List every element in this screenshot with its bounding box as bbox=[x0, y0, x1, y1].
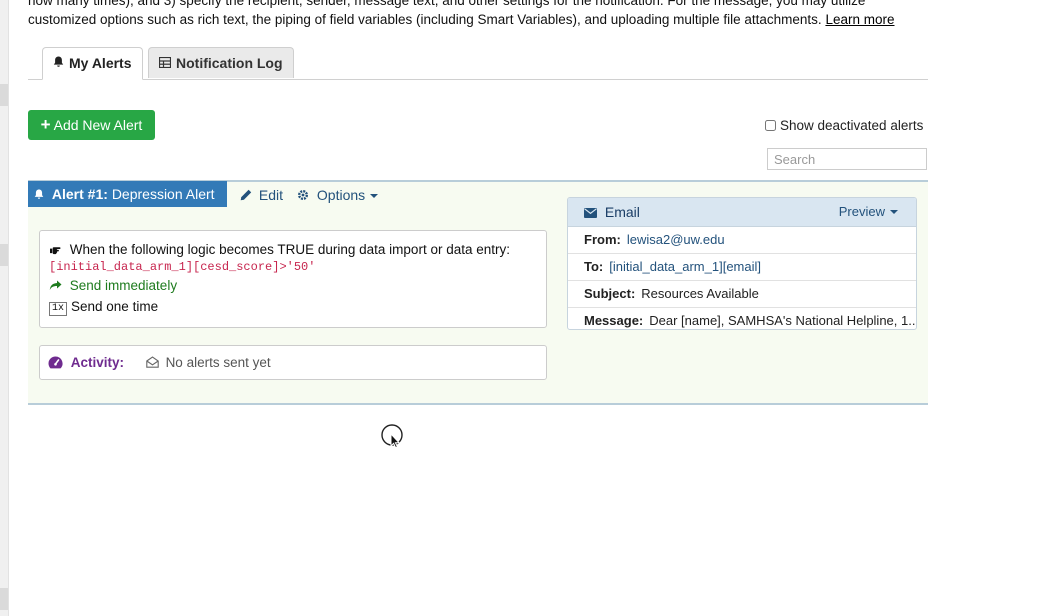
send-timing: Send immediately bbox=[69, 278, 178, 293]
subject-value: Resources Available bbox=[641, 286, 759, 301]
options-label: Options bbox=[316, 187, 366, 203]
to-label: To: bbox=[584, 259, 604, 274]
send-times: Send one time bbox=[71, 299, 159, 314]
learn-more-link[interactable]: Learn more bbox=[825, 12, 894, 27]
dashboard-icon bbox=[48, 355, 71, 370]
search-input[interactable] bbox=[767, 148, 927, 170]
pencil-icon bbox=[240, 187, 259, 203]
gear-icon bbox=[297, 187, 317, 203]
preview-label: Preview bbox=[838, 204, 885, 219]
show-deactivated-toggle[interactable]: Show deactivated alerts bbox=[765, 118, 923, 133]
plus-icon: + bbox=[40, 115, 51, 134]
caret-down-icon bbox=[890, 210, 898, 214]
left-rail bbox=[0, 0, 9, 616]
edit-label: Edit bbox=[258, 187, 284, 203]
email-from-row: From: lewisa2@uw.edu bbox=[568, 227, 916, 254]
email-message-row: Message: Dear [name], SAMHSA's National H… bbox=[568, 308, 916, 329]
bell-icon bbox=[34, 186, 52, 202]
table-icon bbox=[158, 48, 172, 79]
show-deactivated-checkbox[interactable] bbox=[765, 120, 776, 131]
email-subject-row: Subject: Resources Available bbox=[568, 281, 916, 308]
email-card-header: Email Preview bbox=[568, 198, 916, 227]
intro-line-2: customized options such as rich text, th… bbox=[28, 12, 822, 27]
once-badge: 1x bbox=[49, 302, 68, 316]
trigger-logic-code: [initial_data_arm_1][cesd_score]>'50' bbox=[49, 260, 316, 274]
subject-label: Subject: bbox=[584, 286, 636, 301]
activity-value: No alerts sent yet bbox=[165, 355, 271, 370]
preview-dropdown[interactable]: Preview bbox=[839, 198, 898, 226]
rail-marker bbox=[0, 84, 8, 106]
from-label: From: bbox=[584, 232, 621, 247]
email-details-card: Email Preview From: lewisa2@uw.edu To: [in… bbox=[567, 197, 917, 330]
edit-alert-button[interactable]: Edit bbox=[240, 187, 283, 203]
rail-marker bbox=[0, 588, 8, 610]
bell-icon bbox=[53, 48, 64, 79]
add-new-alert-button[interactable]: + Add New Alert bbox=[28, 110, 155, 140]
tab-my-alerts[interactable]: My Alerts bbox=[42, 47, 143, 80]
tab-my-alerts-label: My Alerts bbox=[69, 55, 132, 71]
envelope-icon bbox=[584, 204, 605, 220]
share-arrow-icon bbox=[49, 278, 70, 293]
to-value: [initial_data_arm_1][email] bbox=[609, 259, 761, 274]
trigger-logic-box: When the following logic becomes TRUE du… bbox=[39, 230, 547, 328]
trigger-text: When the following logic becomes TRUE du… bbox=[69, 242, 510, 257]
activity-label: Activity: bbox=[70, 355, 125, 370]
caret-down-icon bbox=[370, 194, 379, 198]
message-label: Message: bbox=[584, 313, 644, 328]
tab-notification-log[interactable]: Notification Log bbox=[148, 47, 294, 78]
options-dropdown[interactable]: Options bbox=[297, 187, 379, 203]
message-value: Dear [name], SAMHSA's National Helpline,… bbox=[649, 313, 916, 328]
alert-number: Alert #1: bbox=[51, 186, 108, 202]
email-to-row: To: [initial_data_arm_1][email] bbox=[568, 254, 916, 281]
add-new-alert-label: Add New Alert bbox=[53, 117, 143, 133]
mouse-cursor-icon bbox=[381, 424, 403, 449]
alert-title-badge: Alert #1: Depression Alert bbox=[28, 181, 227, 207]
activity-box: Activity: No alerts sent yet bbox=[39, 345, 547, 380]
alert-name: Depression Alert bbox=[111, 186, 215, 202]
hand-pointer-icon bbox=[49, 242, 70, 257]
show-deactivated-label: Show deactivated alerts bbox=[780, 118, 924, 133]
tab-bar: My Alerts Notification Log bbox=[28, 47, 928, 80]
intro-line-1: how many times), and 3) specify the reci… bbox=[28, 0, 866, 8]
tab-notification-log-label: Notification Log bbox=[176, 55, 283, 71]
intro-text: how many times), and 3) specify the reci… bbox=[28, 0, 928, 29]
rail-marker bbox=[0, 244, 8, 266]
envelope-open-icon bbox=[146, 355, 166, 370]
from-value[interactable]: lewisa2@uw.edu bbox=[627, 232, 725, 247]
email-type-label: Email bbox=[604, 204, 640, 220]
